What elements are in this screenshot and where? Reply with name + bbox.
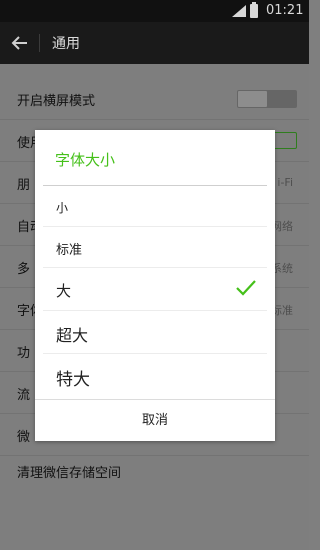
option-label: 小 bbox=[56, 201, 69, 215]
setting-label: 朋 bbox=[17, 178, 31, 193]
font-option-small[interactable]: 小 bbox=[35, 187, 275, 227]
page-title: 通用 bbox=[52, 36, 80, 52]
option-label: 标准 bbox=[56, 243, 83, 258]
setting-row-clear-storage[interactable]: 清理微信存储空间 bbox=[0, 450, 309, 492]
setting-label: 功 bbox=[17, 346, 31, 361]
dialog-title-divider bbox=[43, 185, 267, 186]
landscape-toggle[interactable] bbox=[237, 90, 297, 108]
setting-value: i-Fi bbox=[277, 176, 293, 189]
option-label: 大 bbox=[56, 282, 72, 300]
font-option-huge[interactable]: 特大 bbox=[35, 354, 275, 399]
status-time: 01:21 bbox=[266, 3, 304, 18]
font-option-extra-large[interactable]: 超大 bbox=[35, 311, 275, 354]
back-arrow-icon[interactable] bbox=[10, 33, 30, 53]
option-label: 特大 bbox=[56, 370, 90, 390]
dialog-title: 字体大小 bbox=[55, 151, 116, 169]
setting-label: 流 bbox=[17, 388, 31, 403]
battery-icon bbox=[250, 2, 258, 18]
title-bar: 通用 bbox=[0, 22, 309, 64]
setting-label: 清理微信存储空间 bbox=[17, 466, 122, 481]
checkmark-icon bbox=[236, 280, 256, 296]
setting-label: 开启横屏模式 bbox=[17, 94, 96, 109]
toggle-knob bbox=[238, 91, 267, 107]
cancel-button[interactable]: 取消 bbox=[35, 400, 275, 441]
option-label: 超大 bbox=[56, 326, 89, 345]
font-option-standard[interactable]: 标准 bbox=[35, 227, 275, 268]
setting-label: 微 bbox=[17, 430, 31, 445]
signal-icon bbox=[232, 5, 246, 17]
setting-label: 多 bbox=[17, 262, 31, 277]
font-option-large[interactable]: 大 bbox=[35, 268, 275, 311]
font-size-dialog: 字体大小 小 标准 大 超大 特大 取消 bbox=[35, 130, 275, 441]
status-bar: 01:21 bbox=[0, 0, 309, 22]
title-divider bbox=[39, 34, 40, 52]
